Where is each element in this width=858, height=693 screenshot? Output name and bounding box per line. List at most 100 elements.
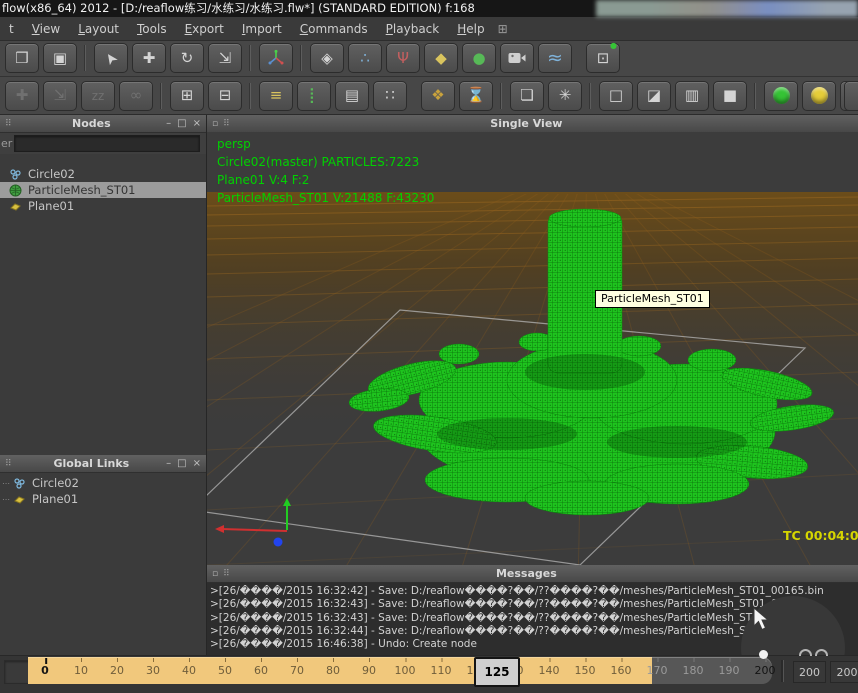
link-row-plane01[interactable]: ⋯ Plane01 [0,491,206,507]
realwave-button[interactable]: ≈ [538,43,572,73]
partial-button[interactable] [844,81,858,111]
sleep-icon: zz [92,90,105,102]
ruler-icon: ▤ [345,88,359,103]
mesh-cube-button[interactable]: ◆ [424,43,458,73]
toolbar-separator [247,83,254,109]
cube-cut-button[interactable]: ◪ [637,81,671,111]
node-row-plane01[interactable]: Plane01 [0,198,206,214]
ruler-button[interactable]: ▤ [335,81,369,111]
cube-wire-button[interactable]: □ [599,81,633,111]
particle-ring-button[interactable]: ∷ [373,81,407,111]
hourglass-icon: ⌛ [467,88,486,103]
global-links-list: ⋯ Circle02 ⋯ Plane01 [0,473,206,507]
tree-expander-icon[interactable]: ⋯ [2,479,10,488]
save-button[interactable]: ▣ [43,43,77,73]
axis-tool-button[interactable] [259,43,293,73]
nodes-filter-input[interactable] [14,135,200,152]
grip-icon[interactable]: ⠿ [223,119,230,129]
menu-item-import[interactable]: Import [233,18,291,40]
mesh-button[interactable]: ● [462,43,496,73]
nodes-filter-row: er [0,133,206,154]
spinner-arcs-icon[interactable] [799,649,828,656]
cache-cube-b-button[interactable]: ⊟ [208,81,242,111]
hourglass-button[interactable]: ⌛ [459,81,493,111]
global-links-panel: ⠿ Global Links – □ × ⋯ Circle02 ⋯ [0,455,207,655]
hud-emitter-stats: Circle02(master) PARTICLES:7223 [217,155,434,173]
plane-icon [13,493,26,506]
tree-expander-icon[interactable]: ⋯ [2,495,10,504]
rotate-tool-button[interactable]: ↻ [170,43,204,73]
green-sphere-icon: ● [472,51,485,66]
ghost-sleep-button[interactable]: zz [81,81,115,111]
menu-item-playback[interactable]: Playback [377,18,449,40]
emitter-button[interactable]: ∴ [348,43,382,73]
panel-square-icon[interactable]: ▫ [212,569,218,579]
hub-button[interactable]: ⊡● [586,43,620,73]
plane-icon [9,200,22,213]
focus-cube-button[interactable]: ❏ [510,81,544,111]
grip-icon[interactable]: ⠿ [5,119,12,129]
menu-item-tools[interactable]: Tools [128,18,176,40]
grip-icon[interactable]: ⠿ [223,569,230,579]
ghost-link-button[interactable]: ∞ [119,81,153,111]
node-label: Circle02 [28,167,75,181]
ghost-scale-button[interactable]: ⇲ [43,81,77,111]
wire-cube-icon: ⊡ [597,51,610,66]
toolbar-separator [298,45,305,71]
node-row-particlemesh[interactable]: ParticleMesh_ST01 [0,182,206,198]
cube-solid-button[interactable]: ■ [713,81,747,111]
link-row-circle02[interactable]: ⋯ Circle02 [0,475,206,491]
menu-item-commands[interactable]: Commands [291,18,377,40]
current-frame-indicator[interactable]: 125 [474,657,520,687]
menu-item-layout[interactable]: Layout [69,18,128,40]
toolbar-secondary: ✚ ⇲ zz ∞ ⊞ ⊟ ≡ ⡇ ▤ ∷ ❖ ⌛ ❏ ✳ □ ◪ ▥ ■ ▣✔ … [0,77,858,115]
scale-tool-button[interactable]: ⇲ [208,43,242,73]
ghost-move-button[interactable]: ✚ [5,81,39,111]
close-icon[interactable]: × [193,118,202,129]
tick-label: 30 [146,657,160,684]
float-icon[interactable]: □ [177,118,187,129]
panel-square-icon[interactable]: ▫ [212,119,218,129]
daemon-button[interactable]: Ψ [386,43,420,73]
menu-bar: t View Layout Tools Export Import Comman… [0,17,858,41]
cache-cube-a-button[interactable]: ⊞ [170,81,204,111]
cube-shade-button[interactable]: ▥ [675,81,709,111]
particle-column-button[interactable]: ⡇ [297,81,331,111]
move-tool-button[interactable]: ✚ [132,43,166,73]
c-drive-cube-icon: ⊞ [181,88,194,103]
geometry-cube-icon: ◈ [321,51,333,66]
max-frame-field[interactable]: 200 [830,661,858,683]
end-frame-field[interactable]: 200 [793,661,826,683]
window-layout-icon[interactable]: ⊞ [498,22,508,36]
close-icon[interactable]: × [193,458,202,469]
minimize-icon[interactable]: – [166,458,172,469]
yellow-cube-icon: ◆ [435,51,447,66]
minimize-icon[interactable]: – [166,118,172,129]
timeline-scrubber[interactable]: 0 10 20 30 40 50 60 70 80 90 100 110 120… [28,657,772,684]
select-tool-button[interactable]: ➤ [94,43,128,73]
float-icon[interactable]: □ [177,458,187,469]
menu-item-edit-cropped[interactable]: t [0,18,23,40]
geometry-button[interactable]: ◈ [310,43,344,73]
messages-title: Messages [235,567,818,580]
rocks-button[interactable]: ❖ [421,81,455,111]
sim-pause-button[interactable] [802,81,836,111]
emitter-panel-button[interactable]: ≡ [259,81,293,111]
toolbar-main: ❒ ▣ ➤ ✚ ↻ ⇲ ◈ ∴ Ψ ◆ ● [0,40,858,77]
open-folder-icon: ❒ [15,51,28,66]
cube-cut-icon: ◪ [647,88,661,103]
grip-icon[interactable]: ⠿ [5,459,12,469]
viewport-canvas[interactable]: persp Circle02(master) PARTICLES:7223 Pl… [207,132,858,565]
menu-item-view[interactable]: View [23,18,69,40]
nodes-panel-header: ⠿ Nodes – □ × [0,115,206,133]
open-button[interactable]: ❒ [5,43,39,73]
mesh-sphere-icon [9,184,22,197]
toolbar-separator [247,45,254,71]
node-row-circle02[interactable]: Circle02 [0,166,206,182]
menu-item-help[interactable]: Help [448,18,493,40]
sim-go-button[interactable] [764,81,798,111]
nodes-panel: ⠿ Nodes – □ × er Circle02 [0,115,207,455]
camera-button[interactable] [500,43,534,73]
glow-button[interactable]: ✳ [548,81,582,111]
menu-item-export[interactable]: Export [176,18,233,40]
